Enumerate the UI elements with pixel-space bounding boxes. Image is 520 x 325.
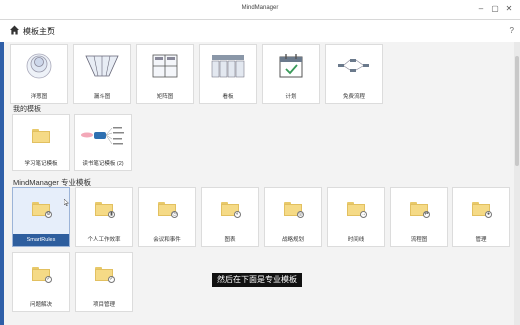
folder-timeline-icon: → <box>347 202 367 218</box>
template-card-matrix[interactable]: 矩阵图 <box>136 44 194 104</box>
folder-clock-icon: ◷ <box>158 202 178 218</box>
template-label: 战略规划 <box>281 237 304 243</box>
template-card-flowchart[interactable]: ⇄ 流程图 <box>390 187 448 247</box>
flow-icon <box>338 59 369 72</box>
title-bar: MindManager – ▢ ✕ <box>0 0 520 20</box>
template-label: 矩阵图 <box>156 94 174 100</box>
folder-chart-icon: ◐ <box>221 202 241 218</box>
section-heading-my-templates: 我的模板 <box>13 106 41 113</box>
window-title: MindManager <box>241 5 279 11</box>
folder-icon <box>32 129 50 143</box>
template-card-funnel[interactable]: 漏斗图 <box>73 44 131 104</box>
funnel-icon <box>85 55 119 77</box>
maximize-icon[interactable]: ▢ <box>490 4 500 14</box>
mindmap-thumb-icon <box>81 127 124 145</box>
kanban-icon <box>211 55 245 78</box>
template-label: 时间线 <box>347 237 365 243</box>
close-icon[interactable]: ✕ <box>504 4 514 14</box>
template-label: 漏斗图 <box>93 94 111 100</box>
template-card-management[interactable]: ● 管理 <box>452 187 510 247</box>
template-label: 会议和事件 <box>153 237 181 243</box>
folder-target-icon: ◎ <box>284 202 304 218</box>
template-label: 计划 <box>285 94 297 100</box>
template-card-onion[interactable]: 洋葱图 <box>10 44 68 104</box>
chevron-down-icon[interactable]: ▾ <box>48 26 51 33</box>
matrix-icon <box>152 54 178 78</box>
template-label: 洋葱图 <box>30 94 48 100</box>
template-card-timeline[interactable]: → 时间线 <box>327 187 385 247</box>
template-card-personal-productivity[interactable]: ▮ 个人工作效率 <box>75 187 133 247</box>
template-label: 读书笔记模板 (2) <box>82 161 124 167</box>
template-card-smartrules[interactable]: ⚙ SmartRules <box>12 187 70 247</box>
onion-icon <box>26 53 52 79</box>
template-label: 个人工作效率 <box>87 237 121 243</box>
template-label: 免费流程 <box>342 94 365 100</box>
folder-flow-icon: ⇄ <box>410 202 430 218</box>
template-label: 看板 <box>222 94 234 100</box>
mindmanager-window: MindManager – ▢ ✕ 模板主页 ▾ ? 洋葱图 漏斗图 矩阵图 看… <box>0 0 520 325</box>
video-subtitle: 然后在下面是专业模板 <box>212 273 302 287</box>
template-label: 问题解决 <box>29 302 52 308</box>
folder-check-icon: ✓ <box>32 267 52 283</box>
template-card-strategic-planning[interactable]: ◎ 战略规划 <box>264 187 322 247</box>
template-label: 学习笔记模板 <box>24 161 58 167</box>
template-card-study-notes[interactable]: 学习笔记模板 <box>12 114 70 171</box>
help-icon[interactable]: ? <box>510 26 514 35</box>
template-card-meetings-events[interactable]: ◷ 会议和事件 <box>138 187 196 247</box>
template-label: 流程图 <box>410 237 428 243</box>
mouse-cursor-icon <box>64 199 69 206</box>
template-label: 管理 <box>475 237 487 243</box>
template-label: 图表 <box>224 237 236 243</box>
template-label: 项目管理 <box>92 302 115 308</box>
template-card-kanban[interactable]: 看板 <box>199 44 257 104</box>
navigation-bar: 模板主页 ▾ ? <box>0 20 520 42</box>
template-card-charts[interactable]: ◐ 图表 <box>201 187 259 247</box>
left-accent-bar <box>0 42 4 325</box>
folder-gear-icon: ⚙ <box>32 202 52 218</box>
folder-check-icon: ✓ <box>95 267 115 283</box>
calendar-icon <box>279 54 303 78</box>
template-card-plan[interactable]: 计划 <box>262 44 320 104</box>
home-icon[interactable] <box>10 25 19 35</box>
minimize-icon[interactable]: – <box>476 4 486 14</box>
template-card-free-flow[interactable]: 免费流程 <box>325 44 383 104</box>
folder-chart-icon: ▮ <box>95 202 115 218</box>
scrollbar-thumb[interactable] <box>515 56 519 166</box>
folder-people-icon: ● <box>472 202 492 218</box>
template-card-problem-solving[interactable]: ✓ 问题解决 <box>12 252 70 312</box>
template-label: SmartRules <box>13 234 69 246</box>
template-card-project-management[interactable]: ✓ 项目管理 <box>75 252 133 312</box>
template-card-reading-notes[interactable]: 读书笔记模板 (2) <box>74 114 132 171</box>
